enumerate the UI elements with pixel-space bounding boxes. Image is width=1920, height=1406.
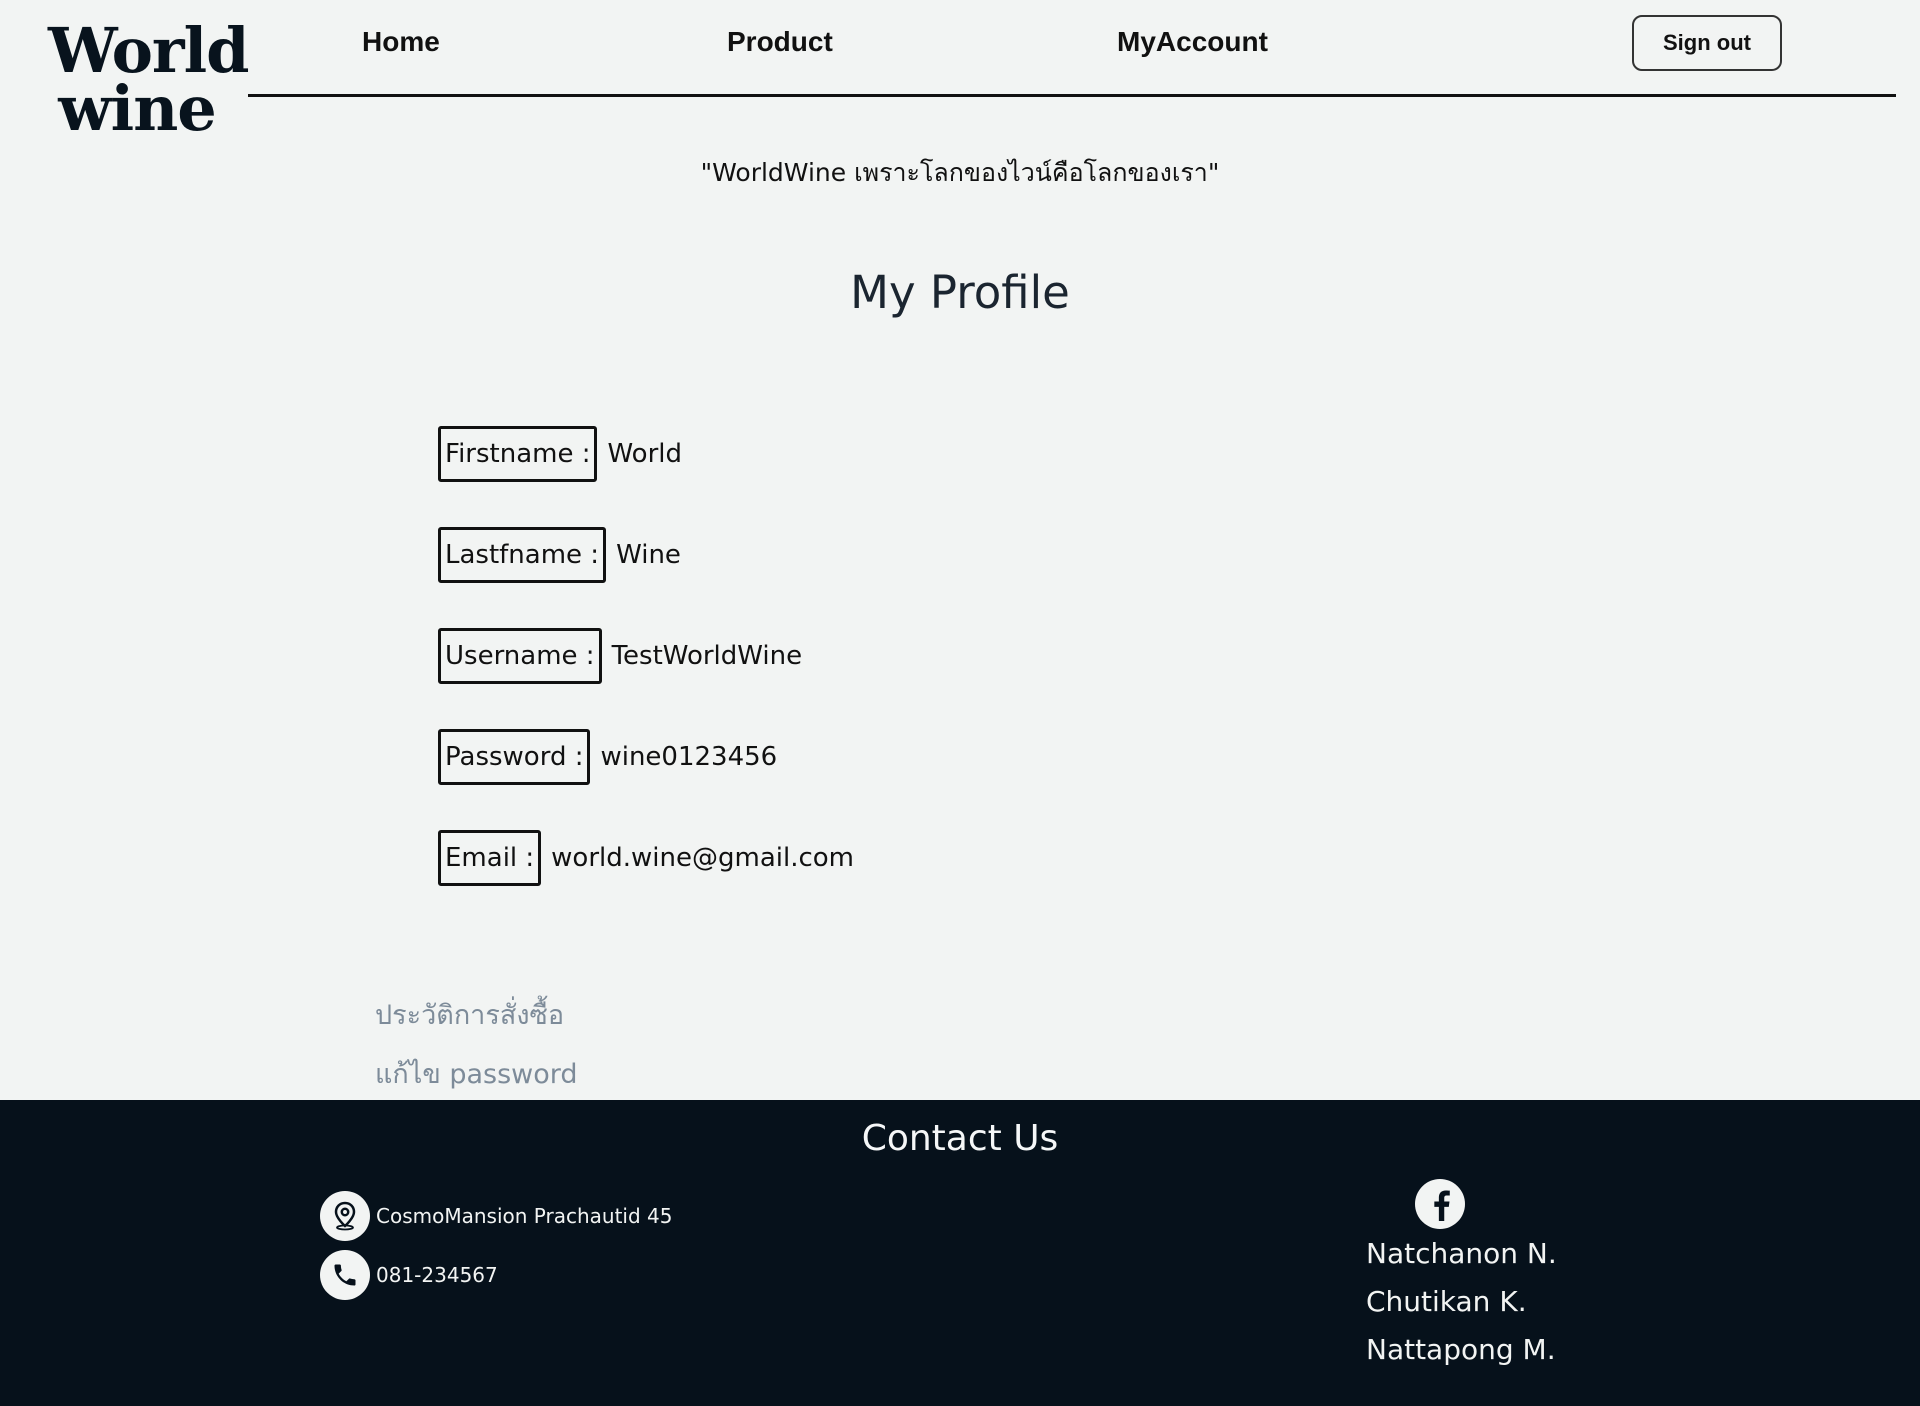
firstname-label: Firstname :	[438, 426, 598, 482]
phone-icon	[320, 1250, 370, 1300]
address-row: CosmoMansion Prachautid 45	[320, 1191, 672, 1241]
username-value: TestWorldWine	[611, 641, 803, 671]
logo-line-wine: wine	[58, 72, 216, 145]
nav-divider	[248, 94, 1896, 97]
brand-logo[interactable]: World wine	[48, 20, 250, 145]
username-label: Username :	[438, 628, 602, 684]
facebook-icon[interactable]	[1415, 1179, 1465, 1229]
email-label: Email :	[438, 830, 542, 886]
member-list: Natchanon N. Chutikan K. Nattapong M.	[1366, 1230, 1557, 1374]
profile-fields: Firstname : World Lastfname : Wine Usern…	[438, 423, 854, 928]
sign-out-button[interactable]: Sign out	[1632, 15, 1782, 71]
address-text: CosmoMansion Prachautid 45	[376, 1204, 673, 1228]
password-label: Password :	[438, 729, 591, 785]
firstname-value: World	[607, 439, 682, 469]
member-name: Nattapong M.	[1366, 1333, 1556, 1366]
phone-row: 081-234567	[320, 1250, 498, 1300]
page-title: My Profile	[850, 266, 1070, 319]
username-row: Username : TestWorldWine	[438, 625, 854, 687]
edit-password-link[interactable]: แก้ไข password	[375, 1052, 578, 1095]
footer: Contact Us CosmoMansion Prachautid 45 08…	[0, 1100, 1920, 1406]
email-row: Email : world.wine@gmail.com	[438, 827, 854, 889]
slogan-text: "WorldWine เพราะโลกของไวน์คือโลกของเรา"	[700, 158, 1220, 187]
password-value: wine0123456	[600, 742, 778, 772]
member-name: Chutikan K.	[1366, 1285, 1527, 1318]
phone-text: 081-234567	[376, 1263, 498, 1287]
nav-myaccount-link[interactable]: MyAccount	[1117, 26, 1268, 58]
location-pin-icon	[320, 1191, 370, 1241]
nav-product-link[interactable]: Product	[727, 26, 833, 58]
contact-title: Contact Us	[861, 1118, 1059, 1159]
firstname-row: Firstname : World	[438, 423, 854, 485]
lastname-label: Lastfname :	[438, 527, 607, 583]
member-name: Natchanon N.	[1366, 1237, 1557, 1270]
order-history-link[interactable]: ประวัติการสั่งซื้อ	[375, 993, 564, 1036]
email-value: world.wine@gmail.com	[551, 843, 854, 873]
password-row: Password : wine0123456	[438, 726, 854, 788]
lastname-value: Wine	[616, 540, 681, 570]
lastname-row: Lastfname : Wine	[438, 524, 854, 586]
nav-home-link[interactable]: Home	[362, 26, 440, 58]
